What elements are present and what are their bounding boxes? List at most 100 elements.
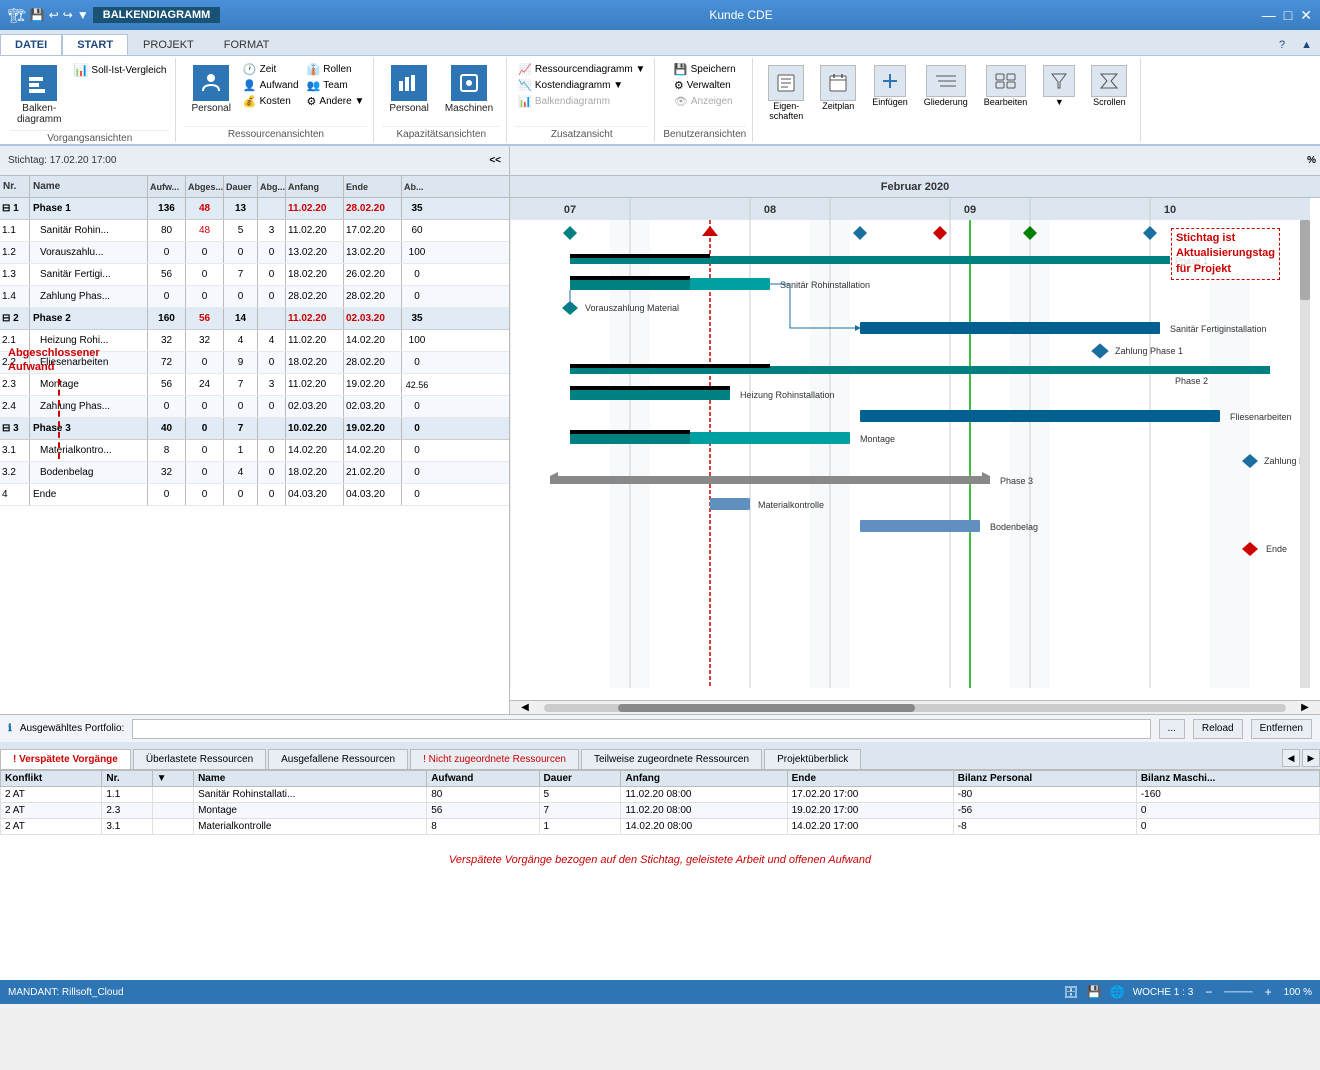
tab-next-button[interactable]: ▶: [1302, 749, 1320, 767]
bottom-tab-bar: ! Verspätete Vorgänge Überlastete Ressou…: [0, 742, 1320, 770]
save-status-icon: 💾: [1087, 985, 1102, 999]
filter1-icon: [1043, 65, 1075, 97]
svg-text:Phase 2: Phase 2: [1175, 376, 1208, 386]
bearbeiten-button[interactable]: Bearbeiten: [977, 62, 1035, 110]
tab-prev-button[interactable]: ◀: [1282, 749, 1300, 767]
team-button[interactable]: 👥 Team: [304, 78, 368, 93]
tab-start[interactable]: START: [62, 34, 128, 55]
zoom-slider[interactable]: ────: [1224, 987, 1252, 998]
cell-name: Montage: [194, 803, 427, 819]
kostendiagramm-icon: 📉: [518, 79, 532, 92]
ressourcendiagramm-button[interactable]: 📈 Ressourcendiagramm ▼: [515, 62, 648, 77]
table-row[interactable]: 1.2 Vorauszahlu... 0 0 0 0 13.02.20 13.0…: [0, 242, 509, 264]
tab-projektueberblick[interactable]: Projektüberblick: [764, 749, 861, 769]
portfolio-remove-button[interactable]: Entfernen: [1251, 719, 1312, 739]
ribbon-content: Balken-diagramm 📊 Soll-Ist-Vergleich Vor…: [0, 56, 1320, 146]
andere-icon: ⚙: [307, 95, 317, 108]
einfuegen-button[interactable]: Einfügen: [865, 62, 915, 110]
tab-ueberlastet[interactable]: Überlastete Ressourcen: [133, 749, 266, 769]
scrollen-button[interactable]: Scrollen: [1084, 62, 1134, 110]
eigenschaften-button[interactable]: Eigen-schaften: [761, 62, 811, 124]
table-row[interactable]: 1.1 Sanitär Rohin... 80 48 5 3 11.02.20 …: [0, 220, 509, 242]
anzeigen-button[interactable]: 👁 Anzeigen: [671, 94, 739, 109]
svg-text:07: 07: [564, 204, 576, 216]
group-label-vorgangs: Vorgangsansichten: [10, 130, 169, 144]
zusatz-small-btns: 📈 Ressourcendiagramm ▼ 📉 Kostendiagramm …: [515, 62, 648, 109]
maschinen-button[interactable]: Maschinen: [438, 62, 500, 117]
close-button[interactable]: ✕: [1300, 7, 1312, 24]
tab-ausgefallen[interactable]: Ausgefallene Ressourcen: [268, 749, 408, 769]
zoom-level: 100 %: [1284, 987, 1312, 998]
portfolio-label: Ausgewähltes Portfolio:: [20, 723, 125, 734]
zoom-plus-btn[interactable]: +: [1261, 985, 1276, 999]
zoom-minus-btn[interactable]: −: [1201, 985, 1216, 999]
woche-label: WOCHE 1 : 3: [1133, 987, 1194, 998]
portfolio-reload-button[interactable]: Reload: [1193, 719, 1243, 739]
filter1-button[interactable]: ▼: [1036, 62, 1082, 110]
zeit-button[interactable]: 🕐 Zeit: [240, 62, 302, 77]
col-anfang: Anfang: [621, 771, 787, 787]
benutzer-small-btns: 💾 Speichern ⚙ Verwalten 👁 Anzeigen: [671, 62, 739, 109]
aufwand-button[interactable]: 👤 Aufwand: [240, 78, 302, 93]
kostendiagramm-button[interactable]: 📉 Kostendiagramm ▼: [515, 78, 648, 93]
personal-large-button[interactable]: Personal: [184, 62, 237, 117]
filter1-label: ▼: [1055, 97, 1064, 107]
minimize-button[interactable]: —: [1262, 7, 1276, 24]
scroll-left-btn[interactable]: ◀: [510, 702, 540, 713]
tab-nicht-zugeordnet[interactable]: ! Nicht zugeordnete Ressourcen: [410, 749, 579, 769]
redo-icon[interactable]: ↪: [63, 8, 73, 22]
ribbon-collapse-icon[interactable]: ▲: [1293, 35, 1320, 55]
settings-quick-icon[interactable]: ▼: [77, 8, 89, 22]
ribbon-group-zusatz: 📈 Ressourcendiagramm ▼ 📉 Kostendiagramm …: [509, 58, 655, 142]
balken-zusatz-button[interactable]: 📊 Balkendiagramm: [515, 94, 648, 109]
tab-format[interactable]: FORMAT: [209, 34, 285, 55]
table-row[interactable]: 4 Ende 0 0 0 0 04.03.20 04.03.20 0: [0, 484, 509, 506]
soll-ist-button[interactable]: 📊 Soll-Ist-Vergleich: [70, 62, 169, 78]
tab-datei[interactable]: DATEI: [0, 34, 62, 55]
network-icon: 🌐: [1110, 985, 1125, 999]
table-row[interactable]: ⊟ 1 Phase 1 136 48 13 11.02.20 28.02.20 …: [0, 198, 509, 220]
collapse-btn[interactable]: <<: [489, 155, 501, 166]
kosten-button[interactable]: 💰 Kosten: [240, 94, 302, 109]
scrollbar-thumb[interactable]: [618, 704, 915, 712]
portfolio-input[interactable]: [132, 719, 1150, 739]
zeitplan-button[interactable]: Zeitplan: [813, 62, 863, 114]
table-row[interactable]: ⊟ 2 Phase 2 160 56 14 11.02.20 02.03.20 …: [0, 308, 509, 330]
h-scrollbar[interactable]: ◀ ▶: [510, 700, 1320, 714]
table-row[interactable]: 2 AT 2.3 Montage 56 7 11.02.20 08:00 19.…: [1, 803, 1320, 819]
table-row[interactable]: 1.4 Zahlung Phas... 0 0 0 0 28.02.20 28.…: [0, 286, 509, 308]
tab-verspaetete[interactable]: ! Verspätete Vorgänge: [0, 749, 131, 769]
personal-kap-button[interactable]: Personal: [382, 62, 435, 117]
andere-button[interactable]: ⚙ Andere ▼: [304, 94, 368, 109]
table-row[interactable]: 1.3 Sanitär Fertigi... 56 0 7 0 18.02.20…: [0, 264, 509, 286]
cell-anfang: 11.02.20 08:00: [621, 803, 787, 819]
table-row[interactable]: 3.2 Bodenbelag 32 0 4 0 18.02.20 21.02.2…: [0, 462, 509, 484]
undo-icon[interactable]: ↩: [49, 8, 59, 22]
portfolio-browse-button[interactable]: ...: [1159, 719, 1185, 739]
maximize-button[interactable]: □: [1284, 7, 1292, 24]
cell-ende: 19.02.20 17:00: [787, 803, 953, 819]
save-quick-icon[interactable]: 💾: [30, 8, 45, 22]
svg-text:Phase 3: Phase 3: [1000, 476, 1033, 486]
cell-anfang: 11.02.20 08:00: [621, 787, 787, 803]
scroll-right-btn[interactable]: ▶: [1290, 702, 1320, 713]
rollen-button[interactable]: 👔 Rollen: [304, 62, 368, 77]
personal-kap-icon: [391, 65, 427, 101]
gliederung-button[interactable]: Gliederung: [917, 62, 975, 110]
verwalten-button[interactable]: ⚙ Verwalten: [671, 78, 739, 93]
gliederung-label: Gliederung: [924, 97, 968, 107]
scrollbar-track[interactable]: [544, 704, 1286, 712]
verspaetet-annotation-text: Verspätete Vorgänge bezogen auf den Stic…: [449, 854, 871, 866]
help-icon[interactable]: ?: [1271, 35, 1293, 55]
tab-teilweise[interactable]: Teilweise zugeordnete Ressourcen: [581, 749, 762, 769]
balkendiagramm-button[interactable]: Balken-diagramm: [10, 62, 68, 128]
col-sort[interactable]: ▼: [152, 771, 193, 787]
speichern-button[interactable]: 💾 Speichern: [671, 62, 739, 77]
rollen-label: Rollen: [323, 64, 351, 75]
ribbon-group-vorgangsansichten: Balken-diagramm 📊 Soll-Ist-Vergleich Vor…: [4, 58, 176, 142]
tab-projekt[interactable]: PROJEKT: [128, 34, 209, 55]
table-row[interactable]: 2 AT 3.1 Materialkontrolle 8 1 14.02.20 …: [1, 819, 1320, 835]
table-row[interactable]: 2 AT 1.1 Sanitär Rohinstallati... 80 5 1…: [1, 787, 1320, 803]
col-nr: Nr.: [0, 176, 30, 197]
svg-text:Sanitär Rohinstallation: Sanitär Rohinstallation: [780, 280, 870, 290]
